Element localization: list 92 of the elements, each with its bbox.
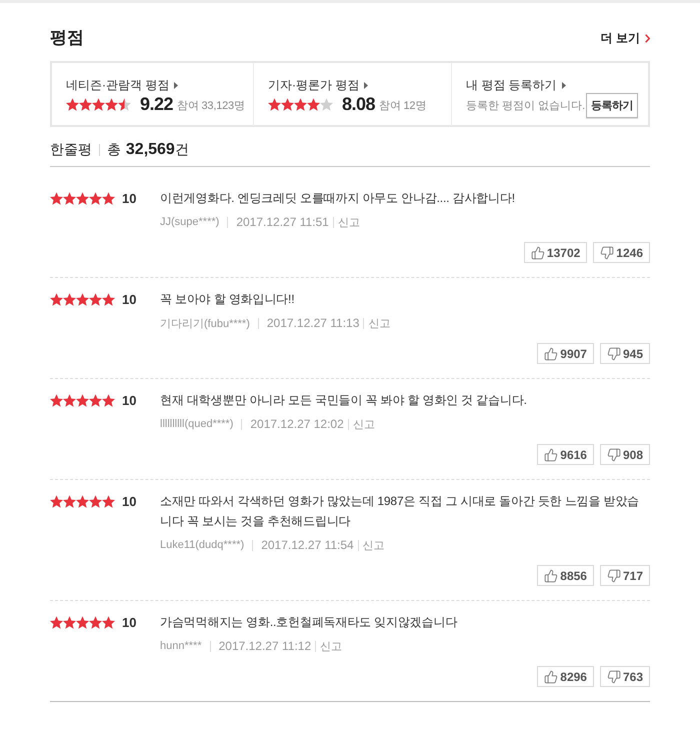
- star-icon: [63, 192, 76, 204]
- section-title: 평점: [50, 27, 84, 49]
- rating-score: 10: [122, 292, 136, 306]
- dislike-button[interactable]: 763: [600, 666, 650, 687]
- star-icon: [102, 292, 115, 306]
- rating-score: 10: [122, 494, 136, 508]
- caret-icon: [562, 82, 566, 88]
- rating-score: 10: [122, 190, 136, 206]
- thumbs-down-icon: [606, 448, 621, 462]
- star-icon: [76, 616, 89, 628]
- average-score: 9.22: [140, 94, 174, 114]
- star-icon: [63, 494, 76, 508]
- author-name: Luke11(dudq****): [160, 539, 244, 551]
- thumbs-up-icon: [544, 448, 558, 462]
- star-icon: [89, 494, 102, 508]
- star-icon: [63, 394, 76, 406]
- thumbs-up-icon: [544, 346, 558, 360]
- star-icon: [89, 292, 102, 306]
- like-button[interactable]: 8856: [537, 565, 594, 586]
- star-icon: [76, 394, 89, 406]
- star-icon: [50, 292, 63, 306]
- star-icon: [76, 494, 89, 508]
- author-name: llllllllll(qued****): [160, 418, 234, 430]
- review-total: 총 32,569건: [107, 141, 189, 159]
- thumbs-up-icon: [544, 568, 558, 582]
- review-text: 가슴먹먹해지는 영화..호헌철폐독재타도 잊지않겠습니다: [160, 614, 458, 631]
- star-icon: [118, 98, 131, 110]
- thumbs-down-icon: [606, 346, 621, 360]
- review-date: 2017.12.27 11:51: [236, 215, 329, 229]
- rating-score: 10: [122, 614, 136, 630]
- average-score: 8.08: [342, 94, 376, 114]
- star-icon: [89, 394, 102, 406]
- more-link[interactable]: 더 보기: [600, 30, 650, 46]
- dislike-button[interactable]: 908: [600, 444, 650, 465]
- chevron-icon: [645, 34, 650, 42]
- like-button[interactable]: 8296: [537, 666, 594, 687]
- review-date: 2017.12.27 11:13: [266, 316, 360, 330]
- thumbs-down-icon: [606, 568, 621, 582]
- author-name: hunn****: [160, 640, 202, 652]
- reviews-label: 한줄평: [50, 141, 92, 159]
- caret-icon: [174, 82, 178, 88]
- dislike-button[interactable]: 1246: [593, 242, 650, 263]
- thumbs-up-icon: [530, 246, 545, 260]
- star-icon: [79, 98, 92, 110]
- participant-count: 참여 12명: [379, 99, 426, 113]
- like-button[interactable]: 13702: [524, 242, 588, 263]
- star-icon: [294, 98, 307, 110]
- star-icon: [92, 98, 105, 110]
- star-icon: [89, 616, 102, 628]
- review-text: 꼭 보아야 할 영화입니다!!: [160, 291, 296, 308]
- review-date: 2017.12.27 11:54: [261, 538, 354, 552]
- author-name: JJ(supe****): [160, 216, 220, 228]
- star-icon: [102, 494, 115, 508]
- like-button[interactable]: 9907: [537, 343, 594, 364]
- star-icon: [89, 192, 102, 204]
- author-name: 기다리기(fubu****): [160, 316, 250, 330]
- thumbs-down-icon: [606, 670, 621, 684]
- star-icon: [102, 616, 115, 628]
- review-date: 2017.12.27 11:12: [218, 639, 312, 653]
- star-icon: [50, 616, 63, 628]
- rating-category-link[interactable]: 네티즌·관람객 평점: [66, 77, 178, 93]
- dislike-button[interactable]: 717: [600, 565, 650, 586]
- star-icon: [268, 98, 281, 110]
- star-icon: [50, 394, 63, 406]
- star-icon: [102, 192, 115, 204]
- star-icon: [320, 98, 333, 110]
- star-icon: [102, 394, 115, 406]
- like-button[interactable]: 9616: [537, 444, 594, 465]
- star-icon: [76, 192, 89, 204]
- star-icon: [50, 192, 63, 204]
- review-text: 현재 대학생뿐만 아니라 모든 국민들이 꼭 봐야 할 영화인 것 같습니다.: [160, 392, 528, 409]
- star-icon: [63, 292, 76, 306]
- review-text: 이런게영화다. 엔딩크레딧 오를때까지 아무도 안나감.... 감사합니다!: [160, 190, 516, 207]
- star-icon: [66, 98, 79, 110]
- star-icon: [281, 98, 294, 110]
- register-button[interactable]: 등록하기: [586, 93, 638, 118]
- no-rating-message: 등록한 평점이 없습니다.: [466, 99, 586, 113]
- register-rating-link[interactable]: 내 평점 등록하기: [466, 77, 566, 93]
- rating-score: 10: [122, 392, 136, 408]
- rating-category-link[interactable]: 기자·평론가 평점: [268, 77, 368, 93]
- thumbs-up-icon: [544, 670, 558, 684]
- thumbs-down-icon: [600, 246, 614, 260]
- caret-icon: [364, 82, 368, 88]
- star-icon: [50, 494, 63, 508]
- participant-count: 참여 33,123명: [177, 99, 245, 113]
- review-date: 2017.12.27 12:02: [250, 417, 344, 431]
- star-icon: [63, 616, 76, 628]
- star-icon: [105, 98, 118, 110]
- star-icon: [307, 98, 320, 110]
- review-text: 소재만 따와서 각색하던 영화가 많았는데 1987은 직접 그 시대로 돌아간 듯한 느낌을 받았습니다 꼭 보시는 것을 추천해드립니다: [160, 493, 640, 530]
- dislike-button[interactable]: 945: [600, 343, 650, 364]
- star-icon: [76, 292, 89, 306]
